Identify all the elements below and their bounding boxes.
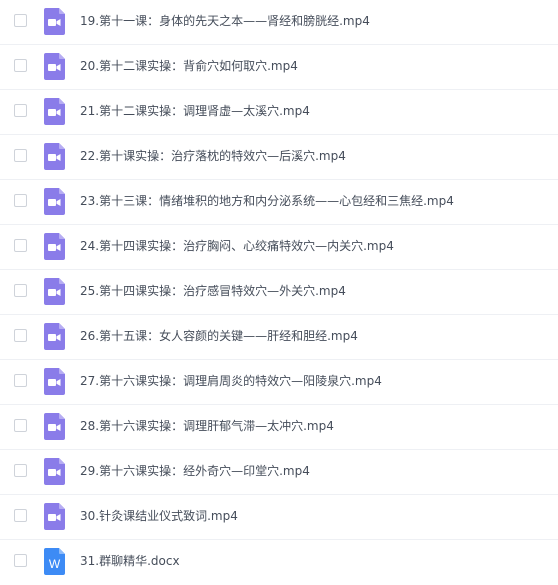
file-row[interactable]: 29.第十六课实操：经外奇穴—印堂穴.mp4 <box>0 450 558 495</box>
video-file-icon <box>44 458 65 485</box>
file-row[interactable]: 23.第十三课：情绪堆积的地方和内分泌系统——心包经和三焦经.mp4 <box>0 180 558 225</box>
file-row[interactable]: 27.第十六课实操：调理肩周炎的特效穴—阳陵泉穴.mp4 <box>0 360 558 405</box>
file-name[interactable]: 22.第十课实操：治疗落枕的特效穴—后溪穴.mp4 <box>80 147 346 165</box>
file-row[interactable]: 26.第十五课：女人容颜的关键——肝经和胆经.mp4 <box>0 315 558 360</box>
file-list: 19.第十一课：身体的先天之本——肾经和膀胱经.mp4 20.第十二课实操：背俞… <box>0 0 558 579</box>
file-name[interactable]: 26.第十五课：女人容颜的关键——肝经和胆经.mp4 <box>80 327 358 345</box>
file-name[interactable]: 20.第十二课实操：背俞穴如何取穴.mp4 <box>80 57 298 75</box>
video-file-icon <box>44 413 65 440</box>
file-checkbox[interactable] <box>14 329 27 342</box>
file-row[interactable]: 20.第十二课实操：背俞穴如何取穴.mp4 <box>0 45 558 90</box>
file-checkbox[interactable] <box>14 149 27 162</box>
word-file-icon: W <box>44 548 65 575</box>
file-row[interactable]: 24.第十四课实操：治疗胸闷、心绞痛特效穴—内关穴.mp4 <box>0 225 558 270</box>
video-file-icon <box>44 188 65 215</box>
file-checkbox[interactable] <box>14 464 27 477</box>
video-file-icon <box>44 233 65 260</box>
file-checkbox[interactable] <box>14 104 27 117</box>
file-name[interactable]: 23.第十三课：情绪堆积的地方和内分泌系统——心包经和三焦经.mp4 <box>80 192 454 210</box>
file-name[interactable]: 19.第十一课：身体的先天之本——肾经和膀胱经.mp4 <box>80 12 370 30</box>
video-file-icon <box>44 143 65 170</box>
file-checkbox[interactable] <box>14 239 27 252</box>
video-file-icon <box>44 503 65 530</box>
file-name[interactable]: 25.第十四课实操：治疗感冒特效穴—外关穴.mp4 <box>80 282 346 300</box>
file-name[interactable]: 30.针灸课结业仪式致词.mp4 <box>80 507 238 525</box>
file-row[interactable]: 19.第十一课：身体的先天之本——肾经和膀胱经.mp4 <box>0 0 558 45</box>
file-checkbox[interactable] <box>14 194 27 207</box>
file-checkbox[interactable] <box>14 419 27 432</box>
file-name[interactable]: 21.第十二课实操：调理肾虚—太溪穴.mp4 <box>80 102 310 120</box>
file-row[interactable]: 21.第十二课实操：调理肾虚—太溪穴.mp4 <box>0 90 558 135</box>
video-file-icon <box>44 53 65 80</box>
file-row[interactable]: W 31.群聊精华.docx <box>0 540 558 585</box>
file-name[interactable]: 28.第十六课实操：调理肝郁气滞—太冲穴.mp4 <box>80 417 334 435</box>
file-row[interactable]: 30.针灸课结业仪式致词.mp4 <box>0 495 558 540</box>
file-checkbox[interactable] <box>14 284 27 297</box>
file-checkbox[interactable] <box>14 554 27 567</box>
file-checkbox[interactable] <box>14 14 27 27</box>
file-name[interactable]: 31.群聊精华.docx <box>80 552 180 570</box>
video-file-icon <box>44 323 65 350</box>
file-name[interactable]: 29.第十六课实操：经外奇穴—印堂穴.mp4 <box>80 462 310 480</box>
video-file-icon <box>44 368 65 395</box>
file-name[interactable]: 27.第十六课实操：调理肩周炎的特效穴—阳陵泉穴.mp4 <box>80 372 382 390</box>
file-row[interactable]: 25.第十四课实操：治疗感冒特效穴—外关穴.mp4 <box>0 270 558 315</box>
file-checkbox[interactable] <box>14 374 27 387</box>
file-checkbox[interactable] <box>14 59 27 72</box>
file-row[interactable]: 28.第十六课实操：调理肝郁气滞—太冲穴.mp4 <box>0 405 558 450</box>
video-file-icon <box>44 8 65 35</box>
file-checkbox[interactable] <box>14 509 27 522</box>
video-file-icon <box>44 98 65 125</box>
video-file-icon <box>44 278 65 305</box>
file-name[interactable]: 24.第十四课实操：治疗胸闷、心绞痛特效穴—内关穴.mp4 <box>80 237 394 255</box>
file-row[interactable]: 22.第十课实操：治疗落枕的特效穴—后溪穴.mp4 <box>0 135 558 180</box>
svg-text:W: W <box>49 557 61 571</box>
